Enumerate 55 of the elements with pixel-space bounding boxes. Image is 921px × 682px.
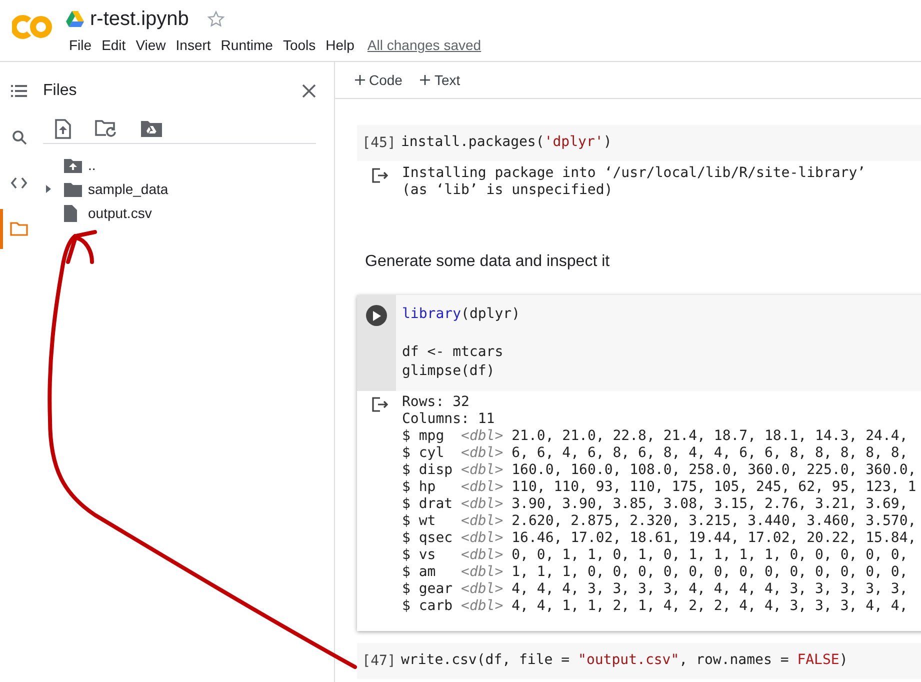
search-icon	[12, 130, 26, 144]
star-icon[interactable]	[206, 10, 225, 28]
file-icon	[64, 204, 77, 222]
menu-item[interactable]: Help	[322, 34, 358, 56]
menu-item[interactable]: Edit	[98, 34, 129, 56]
panel-title: Files	[43, 82, 77, 100]
menu-item[interactable]: Tools	[280, 34, 319, 56]
drive-icon	[66, 11, 84, 27]
run-button[interactable]	[366, 305, 387, 326]
output-line: $ cyl <dbl> 6, 6, 4, 6, 8, 6, 8, 4, 4, 6, 6, 8, 8, 8, 8, 8,	[402, 445, 909, 462]
output-line: $ carb <dbl> 4, 4, 1, 1, 2, 1, 4, 2, 2, 4, 4, 3, 3, 3, 4, 4,	[402, 598, 909, 615]
add-cell-button[interactable]: Code	[349, 69, 408, 91]
output-line: $ drat <dbl> 3.90, 3.90, 3.85, 3.08, 3.15, 2.76, 3.21, 3.69,	[402, 496, 909, 513]
save-status-link[interactable]: All changes saved	[367, 37, 482, 53]
folder-icon	[10, 222, 28, 236]
output-line: $ gear <dbl> 4, 4, 4, 3, 3, 3, 3, 4, 4, 4, 4, 3, 3, 3, 3, 3,	[402, 581, 909, 598]
output-line: Columns: 11	[402, 411, 496, 428]
menu-item[interactable]: Runtime	[218, 34, 276, 56]
output-line: Installing package into ‘/usr/local/lib/R/site-library’	[402, 165, 866, 182]
output-line: $ wt <dbl> 2.620, 2.875, 2.320, 3.215, 3.440, 3.460, 3.570,	[402, 513, 916, 530]
close-button[interactable]	[302, 84, 316, 98]
text-cell-text: Generate some data and inspect it	[365, 253, 611, 271]
add-cell-button[interactable]: Text	[414, 69, 466, 91]
file-name[interactable]: ..	[88, 157, 96, 173]
code-line: library(dplyr)	[402, 305, 522, 324]
output-line: Rows: 32	[402, 394, 470, 411]
menu-item[interactable]: File	[66, 34, 95, 56]
plus-icon	[420, 75, 430, 85]
list-icon	[11, 84, 27, 98]
output-line: $ disp <dbl> 160.0, 160.0, 108.0, 258.0, 360.0, 225.0, 360.0,	[402, 462, 916, 479]
output-icon[interactable]	[372, 397, 388, 412]
output-line: $ vs <dbl> 0, 0, 1, 1, 0, 1, 0, 1, 1, 1, 1, 0, 0, 0, 0, 0,	[402, 547, 909, 564]
folder-icon	[64, 182, 82, 196]
plus-icon	[355, 75, 365, 85]
code-line: install.packages('dplyr')	[401, 133, 613, 152]
caret-icon[interactable]	[44, 185, 52, 193]
code-icon	[11, 177, 27, 189]
file-name[interactable]: output.csv	[88, 205, 152, 221]
code-line: glimpse(df)	[402, 362, 496, 381]
code-line: write.csv(df, file = "output.csv", row.names = FALSE)	[401, 651, 849, 670]
code-line: df <- mtcars	[402, 343, 504, 362]
execution-count: [47]	[362, 652, 396, 671]
play-icon	[372, 310, 380, 320]
output-line: $ am <dbl> 1, 1, 1, 0, 0, 0, 0, 0, 0, 0, 0, 0, 0, 0, 0, 0,	[402, 564, 909, 581]
output-icon[interactable]	[372, 168, 388, 183]
notebook-title[interactable]: r-test.ipynb	[90, 8, 189, 30]
file-name[interactable]: sample_data	[88, 181, 168, 197]
execution-count: [45]	[362, 134, 396, 153]
output-line: $ mpg <dbl> 21.0, 21.0, 22.8, 21.4, 18.7, 18.1, 14.3, 24.4,	[402, 428, 909, 445]
output-line: $ qsec <dbl> 16.46, 17.02, 18.61, 19.44, 17.02, 20.22, 15.84,	[402, 530, 916, 547]
output-line: $ hp <dbl> 110, 110, 93, 110, 175, 105, 245, 62, 95, 123, 1	[402, 479, 916, 496]
output-line: (as ‘lib’ is unspecified)	[402, 182, 614, 199]
menu-item[interactable]: Insert	[172, 34, 214, 56]
menu-item[interactable]: View	[132, 34, 169, 56]
folder-up-icon	[64, 158, 82, 172]
